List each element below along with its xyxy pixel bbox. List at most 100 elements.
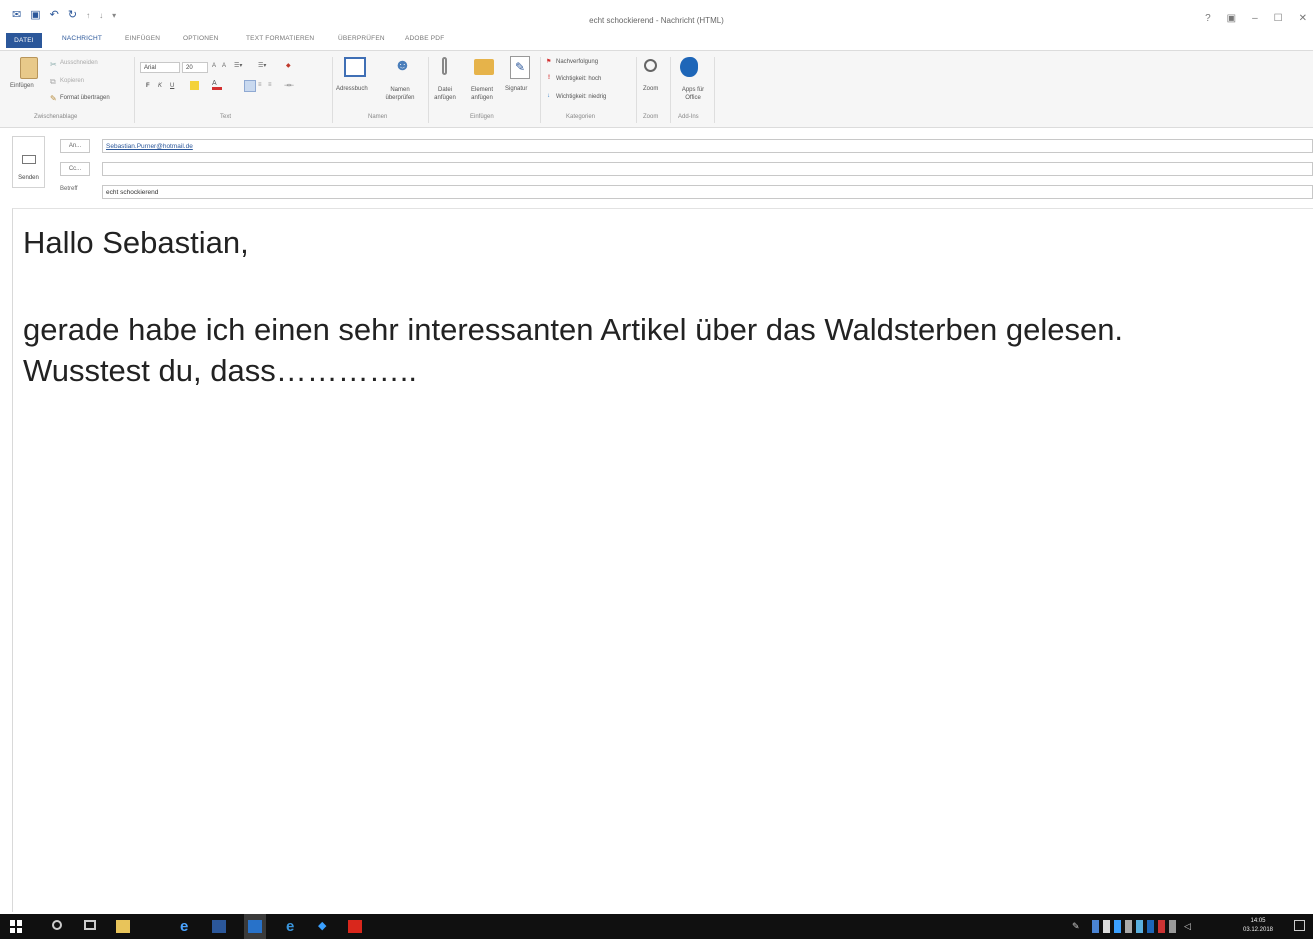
window-title: echt schockierend - Nachricht (HTML) xyxy=(589,16,724,25)
tab-ueberpruefen[interactable]: ÜBERPRÜFEN xyxy=(338,35,385,42)
signature-icon[interactable]: ✎ xyxy=(510,56,530,79)
subject-label: Betreff xyxy=(60,186,78,192)
flag-icon: ⚑ xyxy=(546,59,552,65)
message-body[interactable]: Hallo Sebastian, gerade habe ich einen s… xyxy=(12,208,1313,912)
internet-explorer-icon[interactable]: e xyxy=(180,919,194,934)
ribbon-separator xyxy=(670,57,671,123)
font-shrink-icon[interactable]: A xyxy=(222,63,226,69)
people-icon[interactable]: ✎ xyxy=(1072,920,1080,933)
ribbon-separator xyxy=(714,57,715,123)
tab-text-formatieren[interactable]: TEXT FORMATIEREN xyxy=(246,35,314,42)
bold-button[interactable]: F xyxy=(146,83,150,89)
ribbon-tabs: DATEI NACHRICHT EINFÜGEN OPTIONEN TEXT F… xyxy=(0,33,1313,50)
taskbar: e e ◆ ✎ ◁ 14:05 03.12.2018 xyxy=(0,914,1313,939)
tab-datei[interactable]: DATEI xyxy=(6,33,42,48)
clear-formatting-icon[interactable]: ◆ xyxy=(286,62,291,69)
file-explorer-icon[interactable] xyxy=(116,920,130,933)
group-label-addins: Add-Ins xyxy=(678,114,699,120)
scissors-icon: ✂ xyxy=(50,60,57,69)
check-names-icon[interactable]: ☻ xyxy=(394,57,411,75)
font-name-select[interactable]: Arial xyxy=(140,62,180,73)
help-icon[interactable]: ? xyxy=(1205,13,1211,24)
to-button[interactable]: An... xyxy=(60,139,90,153)
zoom-button[interactable]: Zoom xyxy=(643,86,658,92)
task-view-icon[interactable] xyxy=(84,920,96,930)
ribbon-display-icon[interactable]: ▣ xyxy=(1227,13,1236,24)
tab-einfuegen[interactable]: EINFÜGEN xyxy=(125,35,160,42)
follow-up-button[interactable]: Nachverfolgung xyxy=(556,59,598,65)
bullets-icon[interactable]: ☰▾ xyxy=(234,62,242,69)
align-center-icon[interactable]: ≡ xyxy=(258,82,262,88)
ribbon-separator xyxy=(332,57,333,123)
ribbon-separator xyxy=(134,57,135,123)
address-book-icon[interactable] xyxy=(344,57,366,77)
clock-date: 03.12.2018 xyxy=(1242,927,1274,933)
format-painter-button[interactable]: Format übertragen xyxy=(60,95,110,101)
ribbon-separator xyxy=(636,57,637,123)
notifications-icon[interactable] xyxy=(1294,920,1305,931)
low-importance-button[interactable]: Wichtigkeit: niedrig xyxy=(556,94,606,100)
dropbox-icon[interactable]: ◆ xyxy=(318,920,328,933)
italic-button[interactable]: K xyxy=(158,83,162,89)
close-icon[interactable]: ✕ xyxy=(1299,13,1307,24)
group-label-zoom: Zoom xyxy=(643,114,659,120)
send-icon xyxy=(22,155,36,164)
copy-button[interactable]: Kopieren xyxy=(60,78,84,84)
low-importance-icon: ↓ xyxy=(547,93,550,99)
format-painter-icon: ✎ xyxy=(50,94,57,103)
cut-button[interactable]: Ausschneiden xyxy=(60,60,98,66)
maximize-icon[interactable]: ☐ xyxy=(1274,13,1283,24)
apps-for-office-icon[interactable] xyxy=(680,57,698,77)
body-text-line: gerade habe ich einen sehr interessanten… xyxy=(23,312,1124,347)
highlight-icon[interactable] xyxy=(190,81,199,90)
address-book-button[interactable]: Adressbuch xyxy=(336,86,368,92)
indent-icon[interactable]: ⇥⇤ xyxy=(284,82,294,89)
attach-file-button[interactable]: Datei anfügen xyxy=(432,86,458,102)
high-importance-button[interactable]: Wichtigkeit: hoch xyxy=(556,76,601,82)
apps-for-office-button[interactable]: Apps für Office xyxy=(676,86,710,102)
tab-adobe-pdf[interactable]: ADOBE PDF xyxy=(405,35,444,42)
paste-icon[interactable] xyxy=(20,57,38,79)
check-names-button[interactable]: Namen überprüfen xyxy=(384,86,416,102)
align-left-icon[interactable] xyxy=(244,80,256,92)
system-tray-icons[interactable] xyxy=(1092,920,1176,933)
tab-optionen[interactable]: OPTIONEN xyxy=(183,35,219,42)
windows-start-icon[interactable] xyxy=(10,920,22,933)
ribbon-separator xyxy=(428,57,429,123)
clock-time: 14:05 xyxy=(1250,918,1266,924)
acrobat-icon[interactable] xyxy=(348,920,362,933)
send-label: Senden xyxy=(18,175,39,181)
cc-field[interactable] xyxy=(102,162,1313,176)
paste-button[interactable]: Einfügen xyxy=(10,83,34,89)
group-label-clipboard: Zwischenablage xyxy=(34,114,78,120)
search-icon[interactable] xyxy=(52,920,62,930)
send-button[interactable]: Senden xyxy=(12,136,45,188)
outlook-icon[interactable] xyxy=(248,920,262,933)
attach-item-button[interactable]: Element anfügen xyxy=(462,86,502,102)
subject-field[interactable]: echt schockierend xyxy=(102,185,1313,199)
group-label-tags: Kategorien xyxy=(566,114,596,120)
numbering-icon[interactable]: ☰▾ xyxy=(258,62,266,69)
message-header: Senden An... Sebastian.Purner@hotmail.de… xyxy=(0,128,1313,208)
zoom-icon[interactable] xyxy=(644,59,657,72)
volume-icon[interactable]: ◁ xyxy=(1184,920,1194,933)
align-right-icon[interactable]: ≡ xyxy=(268,82,272,88)
tab-nachricht[interactable]: NACHRICHT xyxy=(62,35,102,42)
window-controls: ? ▣ – ☐ ✕ xyxy=(1205,13,1307,24)
minimize-icon[interactable]: – xyxy=(1252,13,1258,24)
cc-button[interactable]: Cc... xyxy=(60,162,90,176)
font-color-icon[interactable]: A xyxy=(212,80,222,90)
ribbon: Einfügen ✂ Ausschneiden ⧉ Kopieren ✎ For… xyxy=(0,50,1313,128)
to-field[interactable]: Sebastian.Purner@hotmail.de xyxy=(102,139,1313,153)
word-icon[interactable] xyxy=(212,920,226,933)
paperclip-icon[interactable] xyxy=(442,57,447,75)
edge-icon[interactable]: e xyxy=(286,919,300,934)
font-grow-icon[interactable]: A xyxy=(212,63,216,69)
group-label-text: Text xyxy=(220,114,232,120)
ribbon-separator xyxy=(540,57,541,123)
font-size-select[interactable]: 20 xyxy=(182,62,208,73)
underline-button[interactable]: U xyxy=(170,83,174,89)
attach-item-icon[interactable] xyxy=(474,59,494,75)
clock[interactable]: 14:05 03.12.2018 xyxy=(1240,917,1276,937)
signature-button[interactable]: Signatur xyxy=(505,86,527,92)
